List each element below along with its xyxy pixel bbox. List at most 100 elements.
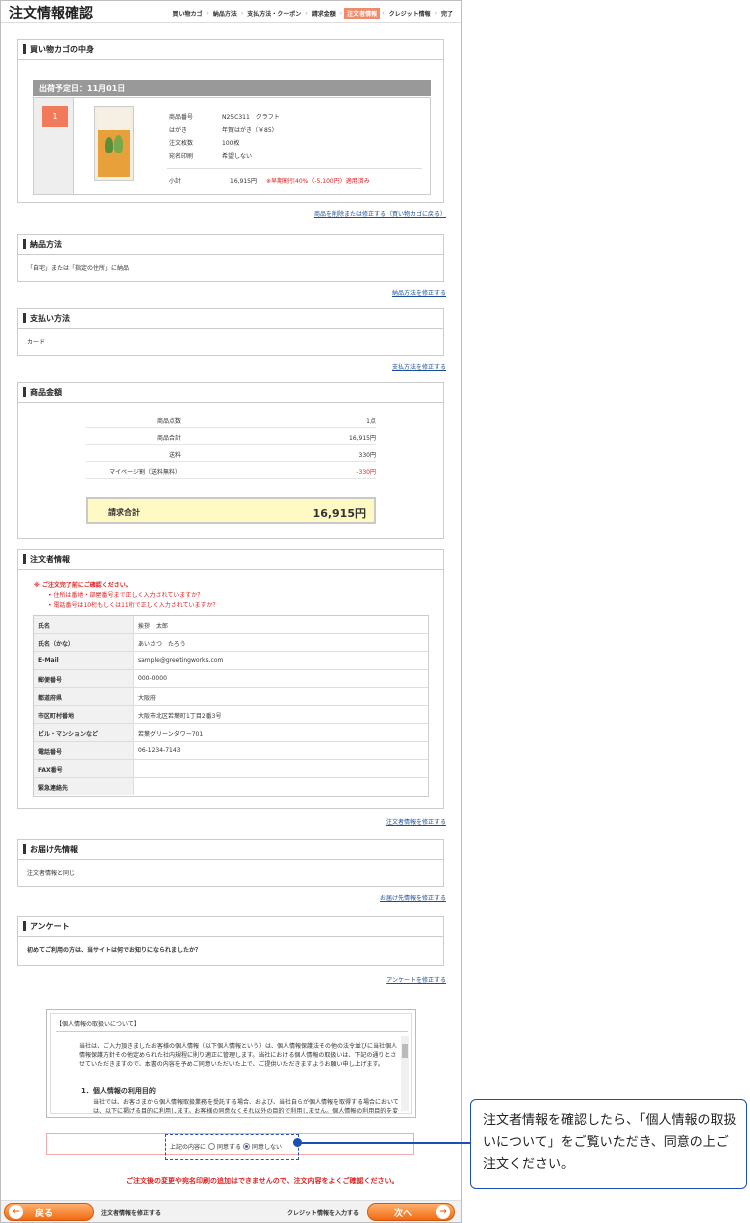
notice-item: • 住所は番地・部屋番号まで正しく入力されていますか？ [48, 592, 204, 599]
edit-delivery-link[interactable]: 納品方法を修正する [392, 288, 446, 297]
privacy-title: 【個人情報の取扱いについて】 [56, 1021, 140, 1028]
panel-title: 注文者情報 [30, 555, 70, 564]
cart-panel: 買い物カゴの中身 出荷予定日：11月01日 1 商品番号 N25C311 クラフト… [17, 39, 444, 203]
page-title: 注文情報確認 [9, 6, 93, 22]
table-row: 都道府県 大阪府 [34, 688, 428, 706]
agreement-box: 上記の内容に 同意する 同意しない [46, 1133, 414, 1160]
shipping-value: 注文者情報と同じ [27, 870, 76, 877]
total-box: 請求合計 16,915円 [86, 497, 376, 524]
progress-steps: 買い物カゴ › 納品方法 › 支払方法・クーポン › 請求金額 › 注文者情報 › クレジット情報 ›… [170, 8, 455, 19]
header-bar [23, 844, 26, 854]
agree-yes-radio[interactable] [208, 1143, 216, 1150]
footer-nav: ← 戻る 注文者情報を修正する クレジット情報を入力する 次へ → [1, 1200, 461, 1222]
panel-title: 商品金額 [30, 388, 62, 397]
panel-title: 納品方法 [30, 240, 62, 249]
thumbnail-top [98, 110, 130, 130]
agree-yes-label[interactable]: 同意する [217, 1142, 241, 1151]
survey-question: 初めてご利用の方は、当サイトは何でお知りになられましたか？ [27, 947, 202, 954]
header-bar [23, 387, 26, 397]
edit-payment-link[interactable]: 支払方法を修正する [392, 362, 446, 371]
arrow-left-icon: ← [9, 1205, 23, 1219]
warning-text: ご注文後の変更や宛名印刷の追加はできませんので、注文内容をよくご確認ください。 [126, 1177, 399, 1185]
scrollbar[interactable] [401, 1036, 409, 1111]
callout-dot [293, 1138, 302, 1147]
ship-date-bar: 出荷予定日：11月01日 [33, 80, 431, 96]
table-row: ビル・マンションなど 若葉グリーンタワー701 [34, 724, 428, 742]
page-header: 注文情報確認 買い物カゴ › 納品方法 › 支払方法・クーポン › 請求金額 › 注文者情報 › ク… [1, 1, 461, 23]
edit-survey-link[interactable]: アンケートを修正する [386, 975, 446, 984]
total-label: 請求合計 [108, 508, 140, 517]
amount-panel: 商品金額 商品点数 1点 商品合計 16,915円 送料 330円 マイページ割（送料… [17, 382, 444, 539]
header-bar [23, 313, 26, 323]
table-row: 郵便番号 000-0000 [34, 670, 428, 688]
callout-text: 注文者情報を確認したら、「個人情報の取扱いについて」をご覧いただき、同意の上ご注… [483, 1113, 737, 1172]
amount-summary-table: 商品点数 1点 商品合計 16,915円 送料 330円 マイページ割（送料無料） -3… [86, 411, 376, 479]
panel-title: アンケート [30, 922, 70, 931]
panel-header: アンケート [18, 917, 443, 937]
panel-header: 注文者情報 [18, 550, 443, 570]
edit-shipping-link[interactable]: お届け先情報を修正する [380, 893, 446, 902]
delivery-panel: 納品方法 「自宅」または「指定の住所」に納品 [17, 234, 444, 282]
orderer-table: 氏名 挨拶 太郎 氏名（かな） あいさつ たろう E-Mail sample@gree… [33, 615, 429, 797]
item-number-column: 1 [34, 98, 74, 194]
next-label: 次へ [394, 1208, 413, 1219]
table-row: 市区町村番地 大阪市北区若葉町1丁目2番3号 [34, 706, 428, 724]
orderer-panel: 注文者情報 ※ ご注文完了前にご確認ください。 • 住所は番地・部屋番号まで正し… [17, 549, 444, 809]
panel-header: 支払い方法 [18, 309, 443, 329]
divider [167, 168, 422, 169]
edit-orderer-link[interactable]: 注文者情報を修正する [386, 817, 446, 826]
back-button[interactable]: ← 戻る [4, 1203, 94, 1221]
table-row: FAX番号 [34, 760, 428, 778]
table-row: 緊急連絡先 [34, 778, 428, 796]
privacy-scroll-area[interactable]: 【個人情報の取扱いについて】 当社は、ご入力頂きましたお客様の個人情報（以下個人… [50, 1013, 412, 1114]
scrollbar-thumb[interactable] [402, 1044, 408, 1058]
total-value: 16,915円 [312, 507, 366, 520]
header-bar [23, 554, 26, 564]
panel-header: お届け先情報 [18, 840, 443, 860]
next-button[interactable]: 次へ → [367, 1203, 455, 1221]
thumbnail-figure [105, 137, 113, 153]
panel-title: お届け先情報 [30, 845, 78, 854]
divider [56, 1031, 408, 1032]
edit-cart-link[interactable]: 商品を削除または修正する（買い物カゴに戻る） [314, 209, 446, 218]
agree-no-label[interactable]: 同意しない [252, 1142, 282, 1151]
back-label: 戻る [35, 1208, 54, 1219]
survey-panel: アンケート 初めてご利用の方は、当サイトは何でお知りになられましたか？ [17, 916, 444, 966]
progress-step: 納品方法 [212, 11, 237, 18]
edit-orderer-footer-link[interactable]: 注文者情報を修正する [101, 1208, 161, 1217]
callout-box: 注文者情報を確認したら、「個人情報の取扱いについて」をご覧いただき、同意の上ご注… [470, 1099, 747, 1189]
thumbnail-figure [114, 135, 123, 153]
progress-step: 請求金額 [311, 11, 336, 18]
amount-row: マイページ割（送料無料） -330円 [86, 462, 376, 479]
cart-item: 1 商品番号 N25C311 クラフト はがき 年賀はがき（￥85） 注文枚数 100… [33, 97, 431, 195]
payment-panel: 支払い方法 カード [17, 308, 444, 356]
panel-title: 支払い方法 [30, 314, 70, 323]
panel-header: 商品金額 [18, 383, 443, 403]
privacy-policy-box: 【個人情報の取扱いについて】 当社は、ご入力頂きましたお客様の個人情報（以下個人… [46, 1009, 416, 1118]
progress-step: 注文者情報 [344, 8, 381, 19]
progress-step: 支払方法・クーポン [247, 11, 302, 18]
amount-row: 商品合計 16,915円 [86, 428, 376, 445]
progress-step: 買い物カゴ [172, 11, 203, 18]
shipping-panel: お届け先情報 注文者情報と同じ [17, 839, 444, 887]
payment-value: カード [27, 339, 46, 346]
progress-step: 完了 [440, 11, 453, 18]
panel-header: 買い物カゴの中身 [18, 40, 443, 60]
table-row: 電話番号 06-1234-7143 [34, 742, 428, 760]
amount-row: 送料 330円 [86, 445, 376, 462]
order-confirm-page: 注文情報確認 買い物カゴ › 納品方法 › 支払方法・クーポン › 請求金額 › 注文者情報 › ク… [0, 0, 462, 1223]
delivery-value: 「自宅」または「指定の住所」に納品 [27, 265, 130, 272]
table-row: E-Mail sample@greetingworks.com [34, 652, 428, 670]
progress-step: クレジット情報 [388, 11, 431, 18]
header-bar [23, 239, 26, 249]
notice-item: • 電話番号は10桁もしくは11桁で正しく入力されていますか？ [48, 602, 219, 609]
notice-title: ※ ご注文完了前にご確認ください。 [34, 582, 132, 589]
arrow-right-icon: → [436, 1205, 450, 1219]
privacy-heading: 1．個人情報の利用目的 [81, 1087, 156, 1095]
agreement-prefix: 上記の内容に [170, 1144, 207, 1151]
agreement-radios: 上記の内容に 同意する 同意しない [170, 1142, 282, 1151]
table-row: 氏名 挨拶 太郎 [34, 616, 428, 634]
callout-connector [300, 1142, 470, 1144]
panel-title: 買い物カゴの中身 [30, 45, 94, 54]
agree-no-radio[interactable] [243, 1143, 251, 1150]
